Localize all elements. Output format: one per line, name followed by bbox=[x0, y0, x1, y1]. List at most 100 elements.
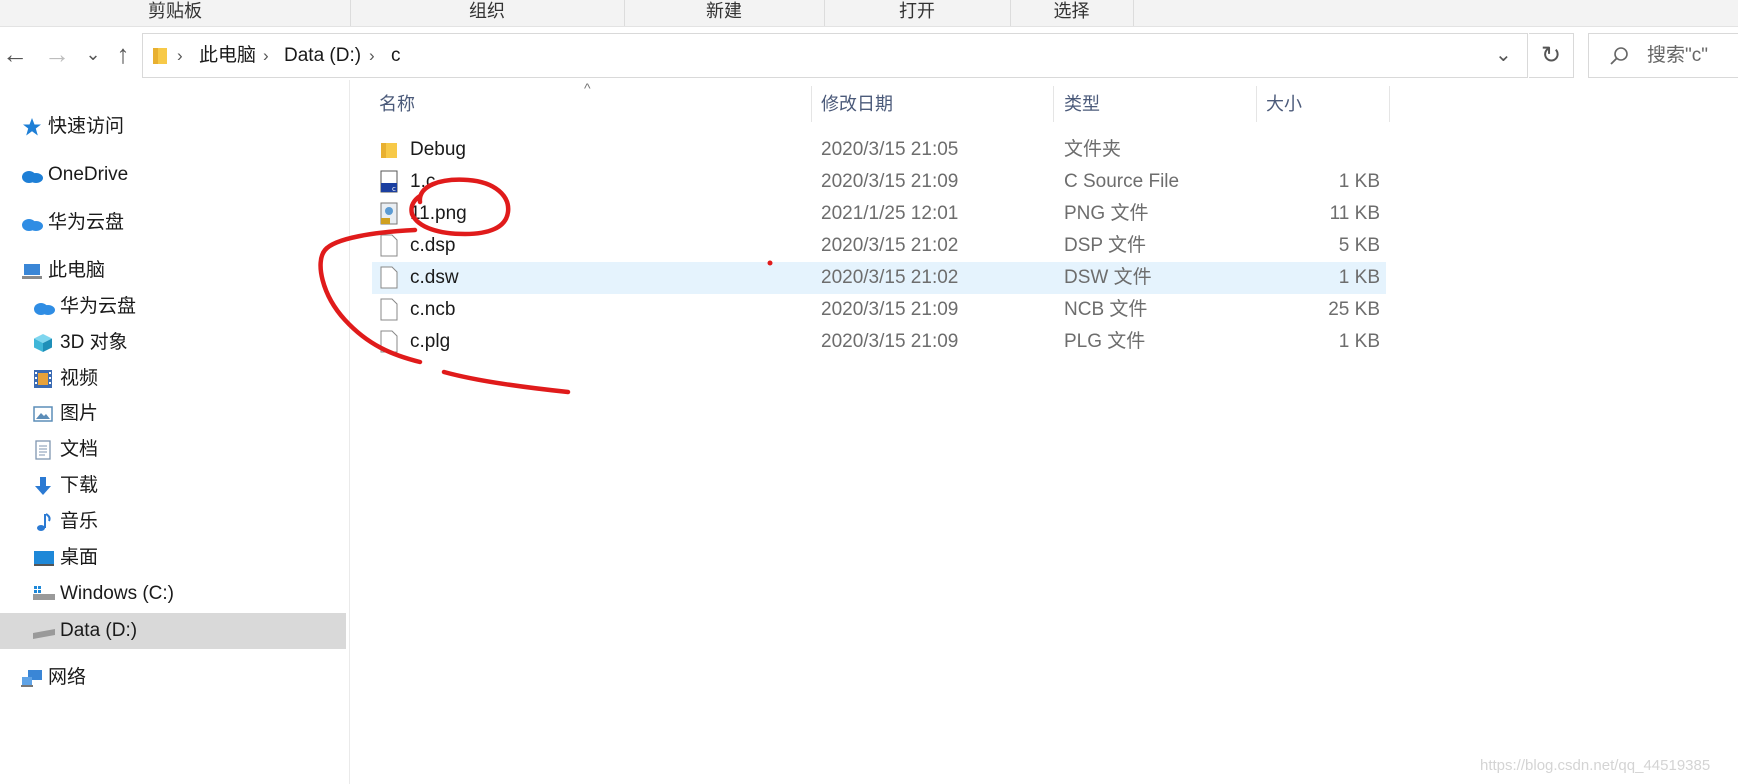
file-date: 2021/1/25 12:01 bbox=[821, 203, 959, 224]
network-icon bbox=[21, 670, 42, 687]
breadcrumb-separator[interactable]: › bbox=[263, 34, 269, 77]
ribbon-group-clipboard[interactable]: 剪贴板 bbox=[0, 0, 351, 26]
refresh-button[interactable]: ↻ bbox=[1529, 33, 1574, 78]
file-row-debug[interactable]: Debug 2020/3/15 21:05 文件夹 bbox=[372, 134, 1386, 166]
picture-icon bbox=[33, 406, 53, 422]
file-icon bbox=[380, 298, 398, 321]
file-type: PNG 文件 bbox=[1064, 203, 1149, 224]
sidebar-item-windows-c[interactable]: Windows (C:) bbox=[0, 577, 346, 611]
cloud-icon bbox=[22, 219, 43, 231]
breadcrumb-separator[interactable]: › bbox=[177, 34, 183, 77]
pane-divider[interactable] bbox=[349, 80, 350, 784]
file-size: 1 KB bbox=[1338, 171, 1380, 192]
file-name: c.plg bbox=[410, 331, 451, 352]
sidebar-item-videos[interactable]: 视频 bbox=[0, 362, 346, 396]
file-date: 2020/3/15 21:09 bbox=[821, 171, 959, 192]
ribbon-group-select[interactable]: 选择 bbox=[1010, 0, 1134, 26]
back-button[interactable]: ← bbox=[0, 36, 32, 72]
file-date: 2020/3/15 21:02 bbox=[821, 267, 959, 288]
forward-button[interactable]: → bbox=[40, 36, 74, 72]
column-header-type[interactable]: 类型 bbox=[1064, 86, 1254, 122]
document-icon bbox=[35, 440, 51, 460]
file-name: c.dsp bbox=[410, 235, 456, 256]
svg-text:c: c bbox=[392, 185, 396, 193]
folder-icon bbox=[381, 143, 397, 158]
file-row-cdsp[interactable]: c.dsp 2020/3/15 21:02 DSP 文件 5 KB bbox=[372, 230, 1386, 262]
file-type: PLG 文件 bbox=[1064, 331, 1146, 352]
file-size: 25 KB bbox=[1328, 299, 1380, 320]
computer-icon bbox=[22, 264, 42, 279]
file-date: 2020/3/15 21:09 bbox=[821, 331, 959, 352]
search-placeholder: 搜索"c" bbox=[1647, 45, 1708, 66]
cloud-icon bbox=[22, 171, 43, 183]
sidebar-item-downloads[interactable]: 下载 bbox=[0, 469, 346, 503]
ribbon-group-open[interactable]: 打开 bbox=[824, 0, 1011, 26]
sidebar-item-onedrive[interactable]: OneDrive bbox=[0, 158, 346, 192]
breadcrumb-c[interactable]: c bbox=[391, 34, 401, 77]
file-icon bbox=[380, 330, 398, 353]
breadcrumb-separator[interactable]: › bbox=[369, 34, 375, 77]
file-size: 1 KB bbox=[1338, 331, 1380, 352]
file-name: 11.png bbox=[410, 203, 467, 224]
column-header-size[interactable]: 大小 bbox=[1266, 86, 1386, 122]
column-divider[interactable] bbox=[1053, 86, 1054, 122]
file-type: C Source File bbox=[1064, 171, 1180, 192]
address-bar[interactable]: › 此电脑 › Data (D:) › c ⌄ bbox=[142, 33, 1528, 78]
sidebar-item-network[interactable]: 网络 bbox=[0, 661, 346, 695]
file-name: Debug bbox=[410, 139, 466, 160]
search-icon bbox=[1610, 47, 1628, 65]
sidebar-item-huawei-cloud[interactable]: 华为云盘 bbox=[0, 206, 346, 240]
drive-icon bbox=[33, 586, 55, 600]
file-type: 文件夹 bbox=[1064, 139, 1122, 160]
column-divider[interactable] bbox=[1256, 86, 1257, 122]
ribbon-group-new[interactable]: 新建 bbox=[624, 0, 825, 26]
sidebar-item-quick-access[interactable]: 快速访问 bbox=[0, 110, 346, 144]
download-icon bbox=[35, 477, 51, 495]
desktop-icon bbox=[34, 551, 54, 566]
cube-icon bbox=[34, 334, 52, 352]
file-row-cdsw[interactable]: c.dsw 2020/3/15 21:02 DSW 文件 1 KB bbox=[372, 262, 1386, 294]
sidebar-item-data-d[interactable]: Data (D:) bbox=[0, 613, 346, 649]
file-type: DSP 文件 bbox=[1064, 235, 1147, 256]
file-row-cplg[interactable]: c.plg 2020/3/15 21:09 PLG 文件 1 KB bbox=[372, 326, 1386, 358]
search-box[interactable]: 搜索"c" bbox=[1588, 33, 1738, 78]
file-size: 11 KB bbox=[1329, 203, 1380, 224]
file-type: DSW 文件 bbox=[1064, 267, 1152, 288]
star-icon bbox=[23, 118, 41, 136]
address-dropdown-icon[interactable]: ⌄ bbox=[1495, 34, 1512, 77]
sidebar-item-this-pc[interactable]: 此电脑 bbox=[0, 254, 346, 288]
file-name: c.ncb bbox=[410, 299, 456, 320]
sidebar-item-desktop[interactable]: 桌面 bbox=[0, 541, 346, 575]
file-icon bbox=[380, 266, 398, 289]
music-icon bbox=[37, 513, 51, 531]
column-divider[interactable] bbox=[1389, 86, 1390, 122]
file-date: 2020/3/15 21:02 bbox=[821, 235, 959, 256]
file-icon bbox=[380, 234, 398, 257]
file-size: 1 KB bbox=[1338, 267, 1380, 288]
column-header-name[interactable]: 名称 bbox=[379, 86, 809, 122]
sidebar-item-pictures[interactable]: 图片 bbox=[0, 397, 346, 431]
sidebar-item-documents[interactable]: 文档 bbox=[0, 433, 346, 467]
sidebar-item-huawei-cloud-sub[interactable]: 华为云盘 bbox=[0, 290, 346, 324]
sidebar-item-music[interactable]: 音乐 bbox=[0, 505, 346, 539]
up-button[interactable]: ↑ bbox=[106, 36, 140, 72]
sidebar-item-3d-objects[interactable]: 3D 对象 bbox=[0, 326, 346, 360]
watermark: https://blog.csdn.net/qq_44519385 bbox=[1480, 757, 1711, 774]
png-icon bbox=[380, 202, 398, 225]
column-header-date-modified[interactable]: 修改日期 bbox=[821, 86, 1051, 122]
ribbon-group-organize[interactable]: 组织 bbox=[350, 0, 625, 26]
file-name: 1.c bbox=[410, 171, 436, 192]
file-row-11png[interactable]: 11.png 2021/1/25 12:01 PNG 文件 11 KB bbox=[372, 198, 1386, 230]
file-date: 2020/3/15 21:09 bbox=[821, 299, 959, 320]
file-row-1c[interactable]: c 1.c 2020/3/15 21:09 C Source File 1 KB bbox=[372, 166, 1386, 198]
breadcrumb-data-d[interactable]: Data (D:) bbox=[284, 34, 361, 77]
file-row-cncb[interactable]: c.ncb 2020/3/15 21:09 NCB 文件 25 KB bbox=[372, 294, 1386, 326]
annotation-underline-stroke bbox=[441, 369, 571, 395]
file-name: c.dsw bbox=[410, 267, 459, 288]
folder-icon bbox=[153, 48, 167, 64]
drive-icon bbox=[33, 629, 55, 639]
breadcrumb-this-pc[interactable]: 此电脑 bbox=[199, 34, 256, 77]
c-source-icon: c bbox=[380, 170, 398, 193]
column-divider[interactable] bbox=[811, 86, 812, 122]
recent-locations-button[interactable]: ⌄ bbox=[76, 36, 110, 72]
